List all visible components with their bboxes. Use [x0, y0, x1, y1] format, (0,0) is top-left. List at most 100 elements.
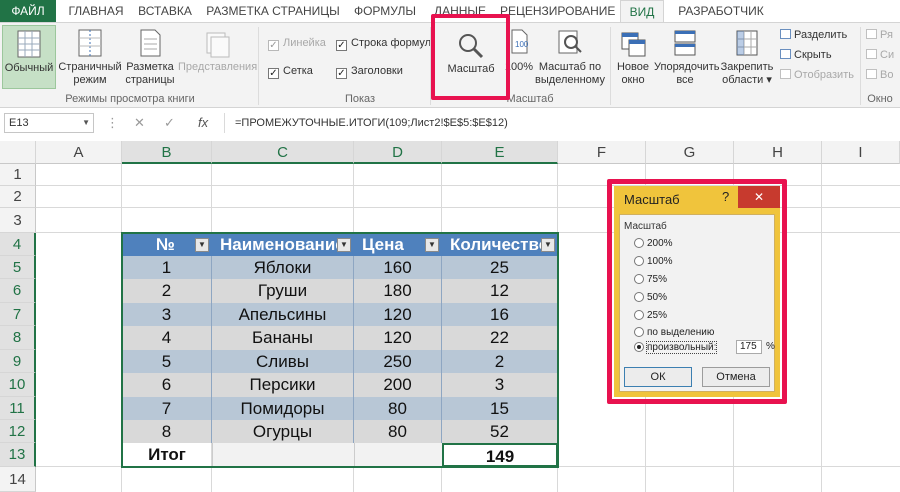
page-layout-view-button[interactable]: Разметка страницы: [124, 25, 176, 89]
formula-input[interactable]: =ПРОМЕЖУТОЧНЫЕ.ИТОГИ(109;Лист2!$E$5:$E$1…: [224, 113, 900, 133]
tab-formulas[interactable]: ФОРМУЛЫ: [350, 0, 420, 23]
row-header[interactable]: 6: [0, 279, 36, 303]
table-cell[interactable]: 1: [122, 256, 212, 279]
column-header[interactable]: G: [646, 141, 734, 164]
select-all-corner[interactable]: [0, 141, 36, 164]
help-icon[interactable]: ?: [722, 189, 729, 204]
table-cell[interactable]: 200: [354, 373, 442, 397]
table-cell[interactable]: [354, 443, 442, 467]
table-cell[interactable]: 2: [122, 279, 212, 303]
row-header[interactable]: 3: [0, 208, 36, 233]
column-header[interactable]: D: [354, 141, 442, 164]
radio-75[interactable]: 75%: [634, 274, 667, 285]
table-cell[interactable]: 3: [122, 303, 212, 326]
tab-developer[interactable]: РАЗРАБОТЧИК: [672, 0, 770, 23]
table-cell[interactable]: Яблоки: [212, 256, 354, 279]
table-cell[interactable]: Бананы: [212, 326, 354, 350]
table-cell[interactable]: Персики: [212, 373, 354, 397]
radio-25[interactable]: 25%: [634, 310, 667, 321]
radio-50[interactable]: 50%: [634, 292, 667, 303]
row-header[interactable]: 7: [0, 303, 36, 326]
column-header[interactable]: E: [442, 141, 558, 164]
enter-icon[interactable]: ✓: [164, 113, 175, 133]
table-cell[interactable]: 7: [122, 397, 212, 420]
table-cell[interactable]: Сливы: [212, 350, 354, 373]
view-side-by-side-button[interactable]: Ря: [866, 29, 893, 41]
page-break-view-button[interactable]: Страничный режим: [58, 25, 122, 89]
table-cell[interactable]: 120: [354, 326, 442, 350]
total-value-cell[interactable]: 149: [442, 443, 558, 467]
table-cell[interactable]: 4: [122, 326, 212, 350]
table-cell[interactable]: 250: [354, 350, 442, 373]
table-cell[interactable]: 80: [354, 397, 442, 420]
column-header[interactable]: B: [122, 141, 212, 164]
tab-view[interactable]: ВИД: [620, 0, 664, 23]
radio-100[interactable]: 100%: [634, 256, 673, 267]
ok-button[interactable]: ОК: [624, 367, 692, 387]
reset-position-button[interactable]: Во: [866, 69, 893, 81]
tab-home[interactable]: ГЛАВНАЯ: [66, 0, 126, 23]
radio-200[interactable]: 200%: [634, 238, 673, 249]
table-cell[interactable]: Груши: [212, 279, 354, 303]
table-cell[interactable]: 25: [442, 256, 558, 279]
column-header[interactable]: C: [212, 141, 354, 164]
unhide-button[interactable]: Отобразить: [780, 69, 854, 81]
tab-insert[interactable]: ВСТАВКА: [134, 0, 196, 23]
ruler-checkbox[interactable]: ✓ Линейка: [268, 37, 326, 51]
custom-views-button[interactable]: Представления: [178, 25, 257, 89]
table-cell[interactable]: 22: [442, 326, 558, 350]
table-cell[interactable]: 15: [442, 397, 558, 420]
cancel-icon[interactable]: ✕: [134, 113, 145, 133]
row-header[interactable]: 8: [0, 326, 36, 350]
zoom-to-selection-button[interactable]: Масштаб по выделенному: [534, 25, 606, 89]
row-header[interactable]: 5: [0, 256, 36, 279]
row-header[interactable]: 4: [0, 233, 36, 256]
table-cell[interactable]: 180: [354, 279, 442, 303]
filter-dropdown-icon[interactable]: ▼: [541, 238, 555, 252]
freeze-panes-button[interactable]: Закрепить области ▾: [718, 25, 776, 89]
table-cell[interactable]: 52: [442, 420, 558, 443]
row-header[interactable]: 1: [0, 164, 36, 186]
cancel-button[interactable]: Отмена: [702, 367, 770, 387]
row-header[interactable]: 2: [0, 186, 36, 208]
column-header[interactable]: A: [36, 141, 122, 164]
tab-page-layout[interactable]: РАЗМЕТКА СТРАНИЦЫ: [206, 0, 340, 23]
table-cell[interactable]: 8: [122, 420, 212, 443]
radio-fit-selection[interactable]: по выделению: [634, 327, 714, 338]
row-header[interactable]: 10: [0, 373, 36, 397]
arrange-all-button[interactable]: Упорядочить все: [654, 25, 719, 89]
tab-review[interactable]: РЕЦЕНЗИРОВАНИЕ: [500, 0, 615, 23]
gridlines-checkbox[interactable]: ✓ Сетка: [268, 65, 313, 79]
sync-scroll-button[interactable]: Си: [866, 49, 894, 61]
custom-zoom-input[interactable]: 175: [736, 340, 762, 354]
row-header[interactable]: 13: [0, 443, 36, 467]
filter-dropdown-icon[interactable]: ▼: [195, 238, 209, 252]
new-window-button[interactable]: Новое окно: [612, 25, 654, 89]
table-header-cell[interactable]: Наименование: [212, 233, 354, 256]
split-button[interactable]: Разделить: [780, 29, 847, 41]
table-cell[interactable]: 160: [354, 256, 442, 279]
radio-custom[interactable]: произвольный:: [634, 341, 718, 354]
row-header[interactable]: 9: [0, 350, 36, 373]
table-cell[interactable]: 2: [442, 350, 558, 373]
row-header[interactable]: 14: [0, 467, 36, 492]
normal-view-button[interactable]: Обычный: [2, 25, 56, 89]
table-cell[interactable]: 5: [122, 350, 212, 373]
column-header[interactable]: F: [558, 141, 646, 164]
table-cell[interactable]: Огурцы: [212, 420, 354, 443]
name-box[interactable]: E13 ▼: [4, 113, 94, 133]
formula-bar-checkbox[interactable]: ✓ Строка формул: [336, 37, 431, 51]
table-cell[interactable]: Помидоры: [212, 397, 354, 420]
headings-checkbox[interactable]: ✓ Заголовки: [336, 65, 403, 79]
table-cell[interactable]: 6: [122, 373, 212, 397]
hide-button[interactable]: Скрыть: [780, 49, 832, 61]
table-cell[interactable]: [212, 443, 354, 467]
table-cell[interactable]: Апельсины: [212, 303, 354, 326]
filter-dropdown-icon[interactable]: ▼: [337, 238, 351, 252]
row-header[interactable]: 12: [0, 420, 36, 443]
column-header[interactable]: H: [734, 141, 822, 164]
tab-file[interactable]: ФАЙЛ: [0, 0, 56, 23]
insert-function-icon[interactable]: fx: [198, 113, 208, 133]
table-cell[interactable]: 3: [442, 373, 558, 397]
table-cell[interactable]: 16: [442, 303, 558, 326]
